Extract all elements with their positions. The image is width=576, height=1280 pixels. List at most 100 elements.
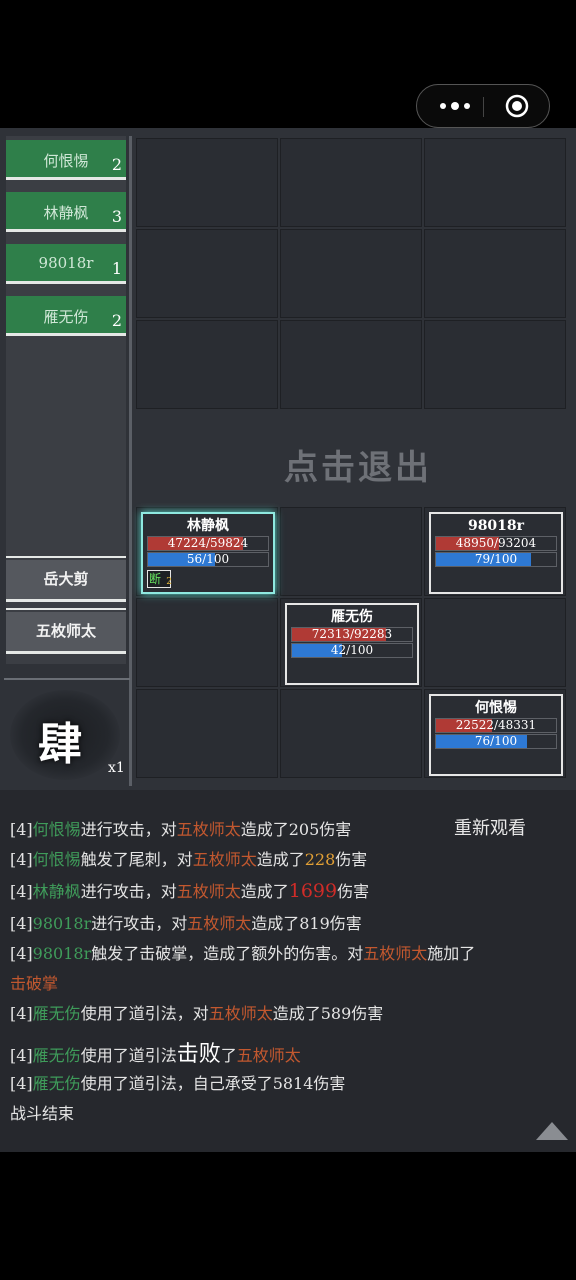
top-bar <box>0 0 576 128</box>
log-tag: [4] <box>10 944 33 963</box>
unit-card[interactable]: 何恨惕 22522/48331 76/100 <box>429 694 563 776</box>
grid-cell <box>280 138 422 227</box>
unit-card[interactable]: 98018r 48950/93204 79/100 <box>429 512 563 594</box>
log-tag: [4] <box>10 1046 33 1065</box>
mp-bar: 56/100 <box>147 552 269 567</box>
unit-name: 雁无伤 <box>331 609 373 625</box>
mp-bar: 79/100 <box>435 552 557 567</box>
log-actor: 雁无伤 <box>32 1074 81 1093</box>
buff-char: 断 <box>149 572 162 586</box>
log-actor: 何恨惕 <box>32 850 81 869</box>
log-text: 了 <box>220 1046 237 1065</box>
ally-count: 1 <box>111 259 122 278</box>
ally-item[interactable]: 雁无伤 2 <box>6 296 126 336</box>
hp-text: 72313/92283 <box>311 627 393 641</box>
enemy-item[interactable]: 五枚师太 <box>6 612 126 654</box>
speed-multiplier[interactable]: x1 <box>108 760 125 776</box>
log-text: 造成了819伤害 <box>251 914 362 933</box>
log-tag: [4] <box>10 850 33 869</box>
mp-text: 42/100 <box>330 643 374 657</box>
log-target: 五枚师太 <box>208 1004 273 1023</box>
log-tag: [4] <box>10 882 33 901</box>
log-skill: 击破掌 <box>10 974 59 993</box>
log-line: [4]何恨惕进行攻击，对五枚师太造成了205伤害 <box>10 816 351 840</box>
unit-name: 林静枫 <box>187 518 229 534</box>
ally-name: 林静枫 <box>43 204 89 222</box>
mp-bar: 42/100 <box>291 643 413 658</box>
log-tag: [4] <box>10 1004 33 1023</box>
grid-cell <box>136 598 278 687</box>
log-line: [4]雁无伤使用了道引法，对五枚师太造成了589伤害 <box>10 1000 383 1024</box>
log-line: [4]雁无伤使用了道引法，自己承受了5814伤害 <box>10 1070 345 1094</box>
ally-count: 3 <box>111 207 122 226</box>
hp-bar: 47224/59824 <box>147 536 269 551</box>
log-text: 使用了道引法 <box>80 1046 177 1065</box>
battle-log[interactable] <box>0 790 576 1152</box>
bottom-area <box>0 1152 576 1280</box>
log-text: 触发了击破掌，造成了额外的伤害。对 <box>91 944 364 963</box>
ally-name: 雁无伤 <box>43 308 89 326</box>
log-text: 造成了 <box>256 850 305 869</box>
log-text: 触发了尾刺，对 <box>80 850 193 869</box>
hp-text: 22522/48331 <box>455 718 537 732</box>
unit-card[interactable]: 林静枫 47224/59824 56/100 断2 <box>141 512 275 594</box>
buff-icon[interactable]: 断2 <box>147 570 172 588</box>
log-actor: 98018r <box>32 944 92 963</box>
log-defeat: 击败 <box>176 1042 221 1067</box>
log-line: [4]何恨惕触发了尾刺，对五枚师太造成了228伤害 <box>10 846 367 870</box>
battle-end-text: 战斗结束 <box>10 1104 75 1123</box>
ally-item[interactable]: 何恨惕 2 <box>6 140 126 180</box>
buff-stack: 2 <box>166 577 172 587</box>
log-actor: 雁无伤 <box>32 1004 81 1023</box>
mp-text: 56/100 <box>186 552 230 566</box>
log-actor: 雁无伤 <box>32 1046 81 1065</box>
enemy-divider <box>6 556 126 558</box>
more-icon[interactable] <box>437 95 473 117</box>
ally-count: 2 <box>111 155 122 174</box>
grid-cell <box>136 689 278 778</box>
log-line: [4]98018r触发了击破掌，造成了额外的伤害。对五枚师太施加了 <box>10 940 475 964</box>
mp-text: 76/100 <box>474 734 518 748</box>
replay-button[interactable]: 重新观看 <box>454 814 526 840</box>
unit-card[interactable]: 雁无伤 72313/92283 42/100 <box>285 603 419 685</box>
grid-cell <box>280 689 422 778</box>
round-number: 肆 <box>38 719 82 770</box>
enemy-divider <box>6 608 126 610</box>
ally-item[interactable]: 林静枫 3 <box>6 192 126 232</box>
ally-item[interactable]: 98018r 1 <box>6 244 126 284</box>
log-line: [4]林静枫进行攻击，对五枚师太造成了1699伤害 <box>10 878 369 902</box>
log-text: 进行攻击，对 <box>80 882 177 901</box>
log-line: 击破掌 <box>10 970 58 994</box>
ally-count: 2 <box>111 311 122 330</box>
close-target-icon[interactable] <box>505 94 529 118</box>
log-target: 五枚师太 <box>363 944 428 963</box>
exit-prompt[interactable]: 点击退出 <box>0 440 576 489</box>
grid-cell <box>424 229 566 318</box>
unit-name: 何恨惕 <box>475 700 517 716</box>
log-target: 五枚师太 <box>192 850 257 869</box>
grid-cell <box>136 320 278 409</box>
capsule-divider <box>483 97 484 117</box>
grid-cell <box>424 598 566 687</box>
log-text: 伤害 <box>337 882 370 901</box>
log-damage: 1699 <box>288 880 338 902</box>
log-target: 五枚师太 <box>236 1046 301 1065</box>
log-text: 进行攻击，对 <box>80 820 177 839</box>
scroll-up-icon[interactable] <box>536 1122 568 1140</box>
log-target: 五枚师太 <box>187 914 252 933</box>
log-line: [4]98018r进行攻击，对五枚师太造成了819伤害 <box>10 910 362 934</box>
log-target: 五枚师太 <box>176 882 241 901</box>
grid-cell <box>136 229 278 318</box>
log-actor: 98018r <box>32 914 92 933</box>
log-text: 施加了 <box>427 944 476 963</box>
unit-name: 98018r <box>467 518 525 534</box>
hp-text: 47224/59824 <box>167 536 249 550</box>
grid-cell <box>424 138 566 227</box>
log-text: 伤害 <box>335 850 368 869</box>
grid-cell <box>280 507 422 596</box>
log-damage: 228 <box>304 850 336 869</box>
grid-cell <box>280 229 422 318</box>
enemy-item[interactable]: 岳大剪 <box>6 560 126 602</box>
grid-cell <box>136 138 278 227</box>
log-actor: 何恨惕 <box>32 820 81 839</box>
